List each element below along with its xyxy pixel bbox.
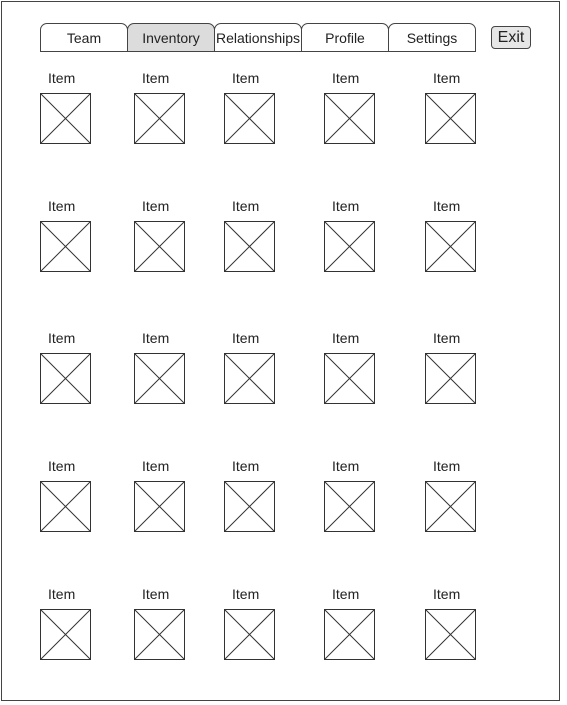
tab-settings[interactable]: Settings xyxy=(388,23,476,52)
inventory-slot[interactable] xyxy=(224,609,275,660)
inventory-slot[interactable] xyxy=(40,609,91,660)
item-label: Item xyxy=(232,458,260,474)
inventory-slot[interactable] xyxy=(40,221,91,272)
image-placeholder-icon xyxy=(425,221,476,272)
image-placeholder-icon xyxy=(324,353,375,404)
item-label: Item xyxy=(433,198,461,214)
inventory-slot[interactable] xyxy=(134,609,185,660)
tab-inventory[interactable]: Inventory xyxy=(127,23,215,52)
inventory-slot[interactable] xyxy=(425,609,476,660)
image-placeholder-icon xyxy=(425,353,476,404)
item-label: Item xyxy=(433,70,461,86)
inventory-slot[interactable] xyxy=(224,481,275,532)
inventory-slot[interactable] xyxy=(40,353,91,404)
inventory-slot[interactable] xyxy=(224,93,275,144)
inventory-slot[interactable] xyxy=(134,353,185,404)
image-placeholder-icon xyxy=(40,481,91,532)
image-placeholder-icon xyxy=(324,609,375,660)
inventory-slot[interactable] xyxy=(134,481,185,532)
inventory-slot[interactable] xyxy=(40,481,91,532)
image-placeholder-icon xyxy=(224,609,275,660)
inventory-slot[interactable] xyxy=(425,353,476,404)
item-label: Item xyxy=(48,198,76,214)
tab-team[interactable]: Team xyxy=(40,23,128,52)
image-placeholder-icon xyxy=(425,481,476,532)
item-label: Item xyxy=(232,198,260,214)
image-placeholder-icon xyxy=(324,221,375,272)
image-placeholder-icon xyxy=(425,609,476,660)
item-label: Item xyxy=(232,586,260,602)
tab-profile[interactable]: Profile xyxy=(301,23,389,52)
image-placeholder-icon xyxy=(40,609,91,660)
item-label: Item xyxy=(48,70,76,86)
inventory-slot[interactable] xyxy=(425,93,476,144)
item-label: Item xyxy=(48,330,76,346)
inventory-slot[interactable] xyxy=(324,221,375,272)
item-label: Item xyxy=(332,458,360,474)
inventory-slot[interactable] xyxy=(324,353,375,404)
inventory-slot[interactable] xyxy=(324,481,375,532)
item-label: Item xyxy=(142,70,170,86)
image-placeholder-icon xyxy=(134,609,185,660)
image-placeholder-icon xyxy=(134,481,185,532)
image-placeholder-icon xyxy=(134,93,185,144)
item-label: Item xyxy=(142,198,170,214)
image-placeholder-icon xyxy=(134,353,185,404)
item-label: Item xyxy=(142,586,170,602)
item-label: Item xyxy=(142,458,170,474)
inventory-slot[interactable] xyxy=(425,481,476,532)
inventory-slot[interactable] xyxy=(324,609,375,660)
inventory-slot[interactable] xyxy=(134,221,185,272)
item-label: Item xyxy=(232,330,260,346)
image-placeholder-icon xyxy=(425,93,476,144)
item-label: Item xyxy=(332,330,360,346)
item-label: Item xyxy=(332,198,360,214)
image-placeholder-icon xyxy=(224,481,275,532)
item-label: Item xyxy=(48,586,76,602)
item-label: Item xyxy=(433,586,461,602)
item-label: Item xyxy=(433,458,461,474)
item-label: Item xyxy=(332,70,360,86)
inventory-slot[interactable] xyxy=(324,93,375,144)
item-label: Item xyxy=(433,330,461,346)
image-placeholder-icon xyxy=(324,481,375,532)
inventory-slot[interactable] xyxy=(224,353,275,404)
inventory-slot[interactable] xyxy=(224,221,275,272)
image-placeholder-icon xyxy=(40,93,91,144)
image-placeholder-icon xyxy=(324,93,375,144)
item-label: Item xyxy=(48,458,76,474)
image-placeholder-icon xyxy=(134,221,185,272)
tab-relationships[interactable]: Relationships xyxy=(214,23,302,52)
image-placeholder-icon xyxy=(40,221,91,272)
inventory-slot[interactable] xyxy=(40,93,91,144)
item-label: Item xyxy=(232,70,260,86)
image-placeholder-icon xyxy=(224,353,275,404)
inventory-slot[interactable] xyxy=(134,93,185,144)
item-label: Item xyxy=(332,586,360,602)
inventory-slot[interactable] xyxy=(425,221,476,272)
image-placeholder-icon xyxy=(224,221,275,272)
item-label: Item xyxy=(142,330,170,346)
image-placeholder-icon xyxy=(224,93,275,144)
exit-button[interactable]: Exit xyxy=(491,26,531,49)
image-placeholder-icon xyxy=(40,353,91,404)
